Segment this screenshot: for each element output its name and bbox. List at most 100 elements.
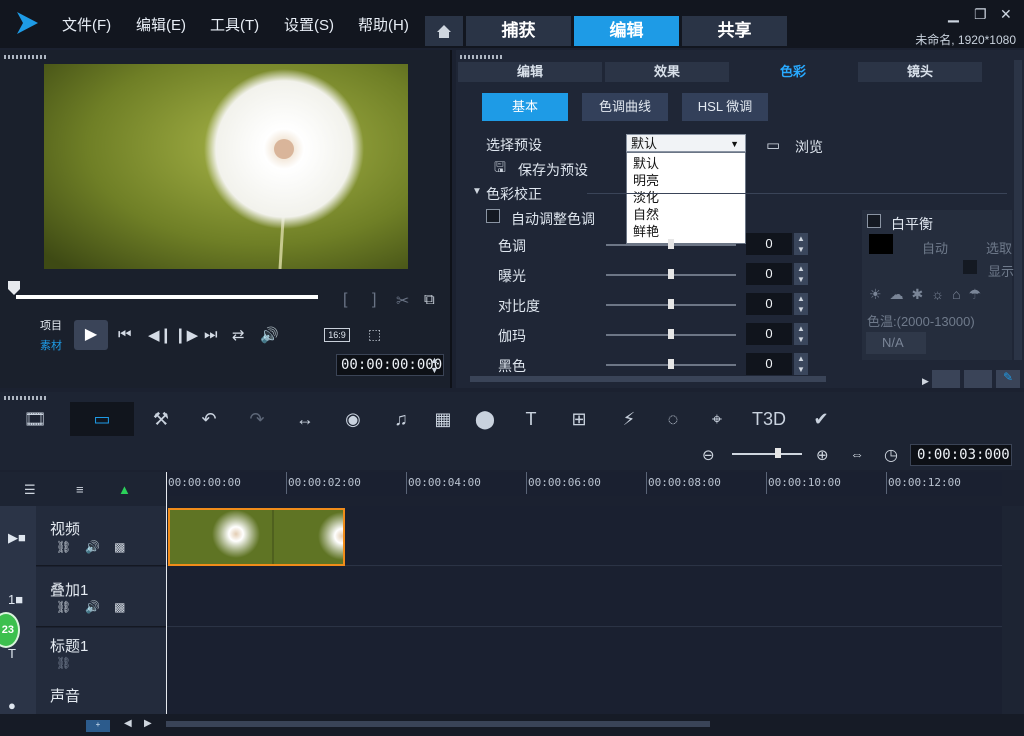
track-controls-overlay[interactable]: ⛓🔊▩ xyxy=(56,600,140,614)
basic-button[interactable]: 基本 xyxy=(482,93,568,121)
close-icon[interactable]: ✕ xyxy=(1000,6,1012,23)
options-h-scrollbar[interactable] xyxy=(470,376,826,382)
timeline-h-scrollbar[interactable] xyxy=(166,721,710,727)
drag-handle[interactable] xyxy=(4,55,48,59)
preset-option[interactable]: 自然 xyxy=(633,206,739,223)
preset-option[interactable]: 淡化 xyxy=(633,189,739,206)
zoom-thumb[interactable] xyxy=(775,448,781,458)
split-screen-icon[interactable]: ⊞ xyxy=(562,402,596,436)
title-track-icon[interactable]: T xyxy=(8,646,16,661)
track-title[interactable] xyxy=(166,628,1002,688)
storyboard-view-icon[interactable]: 🎞 xyxy=(18,402,52,436)
layout-icon[interactable] xyxy=(964,370,992,388)
timecode-spinner[interactable]: ▲ ▼ xyxy=(430,355,439,375)
subtab-color[interactable]: 色彩 xyxy=(731,62,855,82)
player-timecode[interactable]: 00:00:00:000 xyxy=(336,354,444,376)
overlay-track-icon[interactable]: 1■ xyxy=(8,592,23,607)
slider-spinner[interactable]: ▲ ▼ xyxy=(794,353,808,375)
redo-icon[interactable]: ↷ xyxy=(240,402,274,436)
chevron-right-icon[interactable]: ▶ xyxy=(922,376,929,387)
slider-thumb[interactable] xyxy=(668,239,674,249)
crop-icon[interactable]: ⬚ xyxy=(368,326,381,343)
fit-icon[interactable]: ↔ xyxy=(288,402,322,436)
mode-clip[interactable]: 素材 xyxy=(40,337,62,353)
track-overlay[interactable] xyxy=(166,567,1002,627)
scroll-left-icon[interactable]: ◀ xyxy=(124,718,132,729)
slider-spinner[interactable]: ▲ ▼ xyxy=(794,233,808,255)
scrubber-bar[interactable] xyxy=(16,295,318,299)
end-button[interactable]: ⏭ xyxy=(204,326,218,343)
audio-icon[interactable]: ♫ xyxy=(384,402,418,436)
undo-icon[interactable]: ↶ xyxy=(192,402,226,436)
track-manager-icon[interactable]: ☰ xyxy=(24,482,36,498)
slider-value[interactable]: 0 xyxy=(746,323,792,345)
options-scrollbar[interactable] xyxy=(1014,60,1022,360)
slider-spinner[interactable]: ▲ ▼ xyxy=(794,293,808,315)
track-audio[interactable] xyxy=(166,680,1002,716)
3d-title-icon[interactable]: T3D xyxy=(752,402,786,436)
tab-capture[interactable]: 捕获 xyxy=(466,16,571,46)
tone-curve-button[interactable]: 色调曲线 xyxy=(582,93,668,121)
restore-icon[interactable]: ❐ xyxy=(974,6,987,23)
clip-icon[interactable]: ▦ xyxy=(426,402,460,436)
preset-option[interactable]: 明亮 xyxy=(633,172,739,189)
aspect-ratio-button[interactable]: 16:9 xyxy=(324,328,350,342)
zoom-out-icon[interactable]: ⊖ xyxy=(702,446,715,464)
color-swatch[interactable] xyxy=(869,234,893,254)
wb-presets-icon[interactable]: ☀☁✱☼⌂☂ xyxy=(869,286,989,303)
zoom-slider[interactable] xyxy=(732,453,802,455)
enlarge-icon[interactable]: ⧉ xyxy=(424,291,435,308)
timeline-v-scrollbar[interactable] xyxy=(1002,506,1024,716)
timeline-timecode[interactable]: 0:00:03:000 xyxy=(910,444,1012,466)
menu-help[interactable]: 帮助(H) xyxy=(358,14,409,35)
add-track-icon[interactable]: ≡ xyxy=(76,482,84,497)
menu-tools[interactable]: 工具(T) xyxy=(210,14,259,35)
slider-thumb[interactable] xyxy=(668,269,674,279)
slider-spinner[interactable]: ▲ ▼ xyxy=(794,323,808,345)
playhead[interactable] xyxy=(166,472,167,716)
slider-value[interactable]: 0 xyxy=(746,353,792,375)
home-button[interactable]: ⏮ xyxy=(118,326,132,343)
track-controls-video[interactable]: ⛓🔊▩ xyxy=(56,540,140,554)
slider-value[interactable]: 0 xyxy=(746,293,792,315)
slider-value[interactable]: 0 xyxy=(746,233,792,255)
title-icon[interactable]: T xyxy=(514,402,548,436)
minimize-icon[interactable]: ▁ xyxy=(948,6,959,23)
slider-thumb[interactable] xyxy=(668,329,674,339)
mode-project[interactable]: 项目 xyxy=(40,317,62,333)
mask-icon[interactable]: ✔ xyxy=(804,402,838,436)
slider-value[interactable]: 0 xyxy=(746,263,792,285)
tab-edit[interactable]: 编辑 xyxy=(574,16,679,46)
volume-icon[interactable]: 🔊 xyxy=(260,326,279,344)
browse-icon[interactable]: ▭ xyxy=(766,136,780,154)
zoom-in-icon[interactable]: ⊕ xyxy=(816,446,829,464)
collapse-icon[interactable]: ▼ xyxy=(472,186,482,197)
prev-frame-button[interactable]: ◀❙ xyxy=(148,326,172,344)
preset-option[interactable]: 鲜艳 xyxy=(633,223,739,240)
hsl-button[interactable]: HSL 微调 xyxy=(682,93,768,121)
video-clip[interactable] xyxy=(168,508,345,566)
wb-show-checkbox[interactable] xyxy=(963,260,977,274)
slider-spinner[interactable]: ▲ ▼ xyxy=(794,263,808,285)
next-frame-button[interactable]: ❙▶ xyxy=(174,326,198,344)
menu-settings[interactable]: 设置(S) xyxy=(284,14,334,35)
slider-thumb[interactable] xyxy=(668,299,674,309)
home-tab[interactable] xyxy=(425,16,463,46)
path-icon[interactable]: ◌ xyxy=(656,402,690,436)
voice-track-icon[interactable]: ● xyxy=(8,698,16,713)
mark-in-icon[interactable]: [ xyxy=(343,291,347,309)
scrubber-handle[interactable] xyxy=(8,281,20,295)
subtab-lens[interactable]: 镜头 xyxy=(858,62,982,82)
chapter-icon[interactable]: ▲ xyxy=(118,482,131,497)
wb-pick[interactable]: 选取 xyxy=(986,238,1012,257)
track-icon[interactable]: ⌖ xyxy=(700,402,734,436)
wb-temp-input[interactable]: N/A xyxy=(866,332,926,354)
motion-icon[interactable]: ⚡ xyxy=(612,402,646,436)
grid-view-icon[interactable] xyxy=(932,370,960,388)
wb-auto[interactable]: 自动 xyxy=(922,238,948,257)
menu-edit[interactable]: 编辑(E) xyxy=(136,14,186,35)
tab-share[interactable]: 共享 xyxy=(682,16,787,46)
tools-icon[interactable]: ⚒ xyxy=(144,402,178,436)
preset-option[interactable]: 默认 xyxy=(633,155,739,172)
blend-icon[interactable]: ⬤ xyxy=(468,402,502,436)
